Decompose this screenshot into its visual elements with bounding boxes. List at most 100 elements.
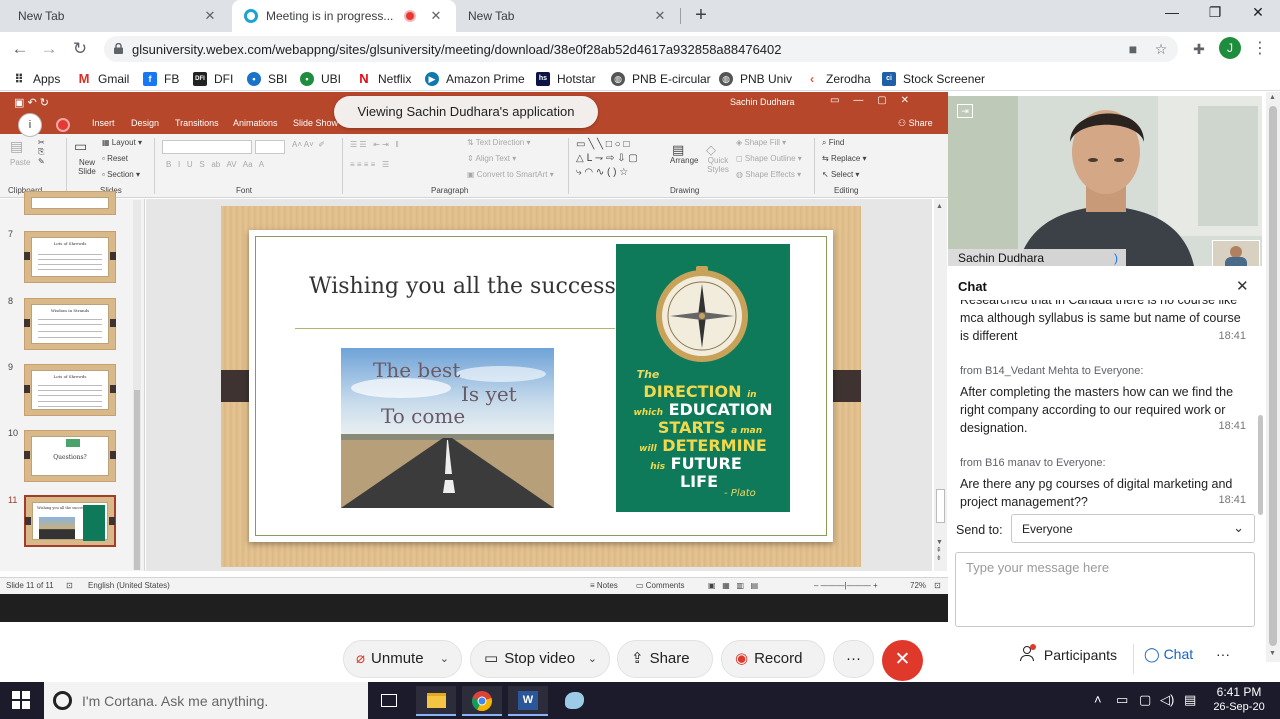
- notifications-icon[interactable]: ▤: [1184, 692, 1196, 708]
- quote-a-man: a man: [731, 426, 763, 436]
- record-label: Record: [754, 650, 803, 667]
- select-text: Select: [830, 170, 854, 179]
- slide-thumbnail[interactable]: Wisdom in Strands: [24, 298, 116, 350]
- info-icon[interactable]: i: [18, 113, 42, 137]
- bookmark-pnb-univ[interactable]: ◍ PNB Univ: [719, 70, 792, 88]
- browser-tab[interactable]: New Tab ✕: [6, 0, 230, 32]
- chevron-down-icon[interactable]: ⌄: [588, 641, 597, 677]
- stop-video-button[interactable]: ▭ Stop video ⌄: [470, 640, 610, 678]
- maximize-window-icon[interactable]: ❐: [1203, 4, 1227, 26]
- thumb-text-line: [38, 331, 102, 332]
- bookmark-amazon-prime[interactable]: ▶ Amazon Prime: [425, 70, 525, 88]
- tray-chevron-up-icon[interactable]: ˄: [1094, 692, 1102, 707]
- taskbar-time[interactable]: 6:41 PM: [1213, 685, 1265, 699]
- unmute-label: Unmute: [371, 650, 424, 667]
- bookmark-gmail[interactable]: M Gmail: [77, 70, 130, 88]
- chevron-down-icon[interactable]: ⌄: [440, 641, 449, 677]
- group-label-font: Font: [236, 186, 253, 195]
- taskbar-word[interactable]: W: [508, 686, 548, 716]
- camera-in-use-icon[interactable]: ■: [1124, 40, 1142, 58]
- battery-icon[interactable]: ▭: [1116, 692, 1128, 708]
- layout-text: Layout: [111, 138, 136, 147]
- spellcheck-icon: ⊡: [66, 581, 73, 590]
- share-button[interactable]: ⇪ Share: [617, 640, 713, 678]
- browser-menu-icon[interactable]: ⋮: [1252, 38, 1268, 58]
- task-view-button[interactable]: [370, 686, 410, 716]
- extensions-puzzle-icon[interactable]: ✚: [1190, 40, 1208, 58]
- slide-thumbnail[interactable]: [24, 191, 116, 215]
- new-tab-button[interactable]: +: [690, 4, 712, 26]
- network-icon[interactable]: ▢: [1139, 692, 1151, 708]
- bookmark-pnb-ecircular[interactable]: ◍ PNB E-circular: [611, 70, 711, 88]
- back-arrow-icon[interactable]: ←: [9, 38, 31, 60]
- text-direction-text: Text Direction: [475, 138, 525, 147]
- overflow-menu-button[interactable]: ···: [1216, 646, 1230, 662]
- bookmark-stock-screener[interactable]: ci Stock Screener: [882, 70, 985, 88]
- close-tab-icon[interactable]: ✕: [428, 8, 444, 24]
- taskbar-chrome[interactable]: [462, 686, 502, 716]
- lock-icon: [114, 43, 123, 54]
- thumb-title: Lots of Shrewds: [53, 241, 87, 246]
- taskbar-date[interactable]: 26-Sep-20: [1208, 701, 1270, 713]
- cortana-search-box[interactable]: I'm Cortana. Ask me anything.: [44, 682, 368, 719]
- reload-icon[interactable]: ↻: [69, 38, 91, 60]
- bookmark-dfi[interactable]: DFI DFI: [193, 70, 233, 88]
- chat-button[interactable]: ◯ Chat: [1144, 646, 1193, 663]
- ribbon-separator: [154, 138, 155, 194]
- scrollbar-thumb[interactable]: [1269, 106, 1277, 646]
- bookmark-fb[interactable]: f FB: [143, 70, 179, 88]
- chevron-down-icon: ⌄: [1233, 520, 1244, 535]
- volume-icon[interactable]: ◁): [1160, 692, 1174, 708]
- slide-thumbnail[interactable]: Lots of Shrewds: [24, 231, 116, 283]
- bookmark-hotstar[interactable]: hs Hotstar: [536, 70, 596, 88]
- page-scrollbar[interactable]: ▲ ▼: [1266, 92, 1280, 662]
- slide-thumbnail[interactable]: Lots of Shrewds: [24, 364, 116, 416]
- scroll-up-icon[interactable]: ▲: [936, 203, 943, 210]
- scrollbar-thumb[interactable]: [134, 390, 140, 570]
- comments-text: Comments: [645, 581, 685, 590]
- profile-avatar[interactable]: J: [1219, 37, 1241, 59]
- thumbnail-scrollbar[interactable]: [133, 200, 141, 570]
- participants-button[interactable]: Participants: [1020, 644, 1117, 663]
- bookmark-sbi[interactable]: • SBI: [247, 70, 287, 88]
- chat-message-input[interactable]: Type your message here: [955, 552, 1255, 627]
- forward-arrow-icon[interactable]: →: [38, 38, 60, 60]
- unmute-button[interactable]: ⌀ Unmute ⌄: [343, 640, 462, 678]
- bookmark-star-icon[interactable]: ☆: [1152, 40, 1170, 58]
- slide-thumbnail-selected[interactable]: Wishing you all the success!: [24, 495, 116, 547]
- scrollbar-thumb[interactable]: [936, 489, 945, 523]
- self-view-thumbnail[interactable]: [1212, 240, 1260, 266]
- chat-scrollbar[interactable]: [1258, 415, 1263, 515]
- close-chat-icon[interactable]: ✕: [1236, 277, 1249, 295]
- scroll-down-icon[interactable]: ▼ ⇞ ⇟: [936, 539, 943, 563]
- bookmark-label: Amazon Prime: [446, 72, 525, 86]
- bookmark-zerodha[interactable]: ‹ Zerodha: [805, 70, 871, 88]
- zerodha-icon: ‹: [810, 72, 814, 86]
- record-button[interactable]: ◉ Record: [721, 640, 825, 678]
- fit-slide-icon: ⊡: [934, 581, 941, 590]
- more-options-button[interactable]: ···: [833, 640, 874, 678]
- expand-video-icon[interactable]: ⇥: [957, 104, 973, 118]
- scroll-down-icon[interactable]: ▼: [1269, 650, 1276, 657]
- browser-tab-active[interactable]: Meeting is in progress... ✕: [232, 0, 456, 32]
- browser-tab[interactable]: New Tab ✕: [456, 0, 680, 32]
- close-tab-icon[interactable]: ✕: [202, 8, 218, 24]
- bookmark-netflix[interactable]: N Netflix: [357, 70, 411, 88]
- bookmark-apps[interactable]: ⠿ Apps: [12, 70, 60, 88]
- taskbar-paint[interactable]: [554, 686, 594, 716]
- scroll-up-icon[interactable]: ▲: [1269, 94, 1276, 101]
- quote-word: STARTS a man: [630, 418, 790, 437]
- close-window-icon[interactable]: ✕: [1246, 4, 1270, 26]
- windows-start-icon[interactable]: [12, 691, 30, 709]
- address-bar[interactable]: glsuniversity.webex.com/webappng/sites/g…: [104, 36, 1178, 62]
- slide-vertical-scrollbar[interactable]: ▲ ▼ ⇞ ⇟: [934, 199, 947, 571]
- chat-message-list[interactable]: Researched that in Canada there is no co…: [948, 300, 1254, 510]
- send-to-select[interactable]: Everyone ⌄: [1011, 514, 1255, 543]
- bookmark-ubi[interactable]: • UBI: [300, 70, 341, 88]
- taskbar-file-explorer[interactable]: [416, 686, 456, 716]
- leave-meeting-button[interactable]: ✕: [882, 640, 923, 681]
- minimize-window-icon[interactable]: —: [1160, 4, 1184, 26]
- close-tab-icon[interactable]: ✕: [652, 8, 668, 24]
- slide-thumbnail[interactable]: Questions?: [24, 430, 116, 482]
- chat-message-time: 18:41: [1218, 420, 1246, 432]
